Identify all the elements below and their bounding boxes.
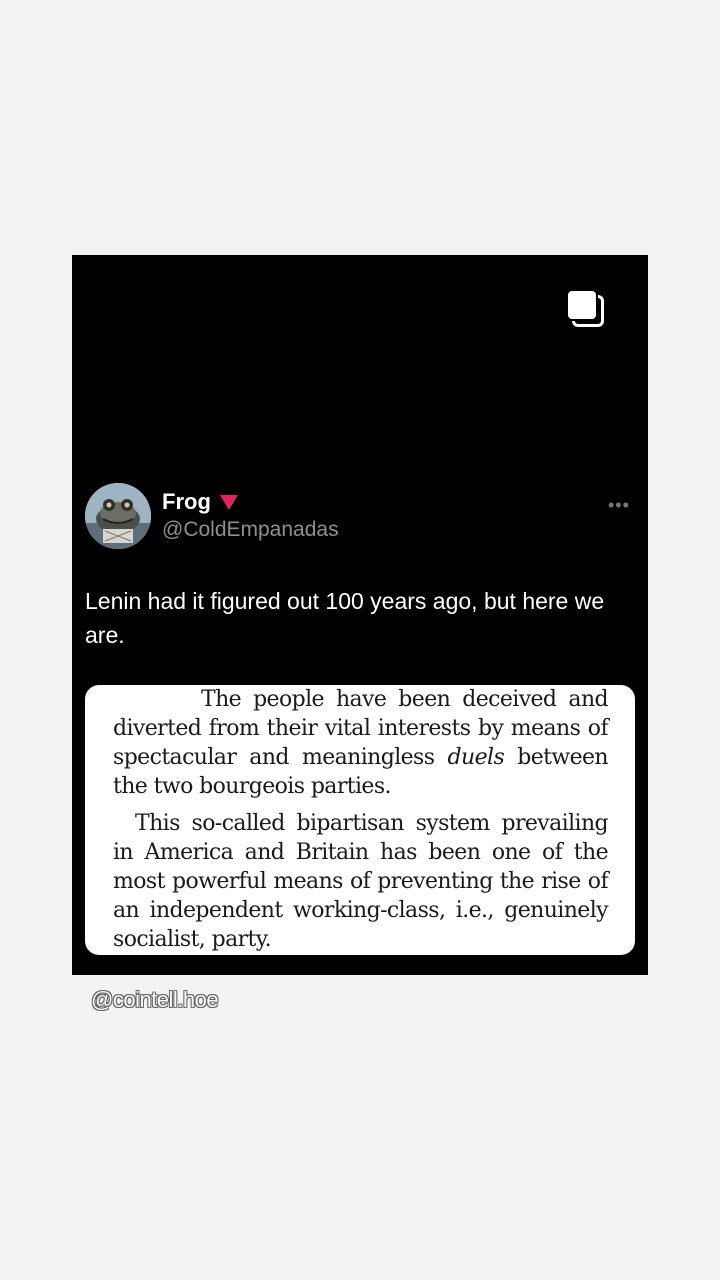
quoted-excerpt-image: The people have been deceived and divert… <box>85 685 635 955</box>
user-handle[interactable]: @ColdEmpanadas <box>162 518 339 542</box>
excerpt-paragraph-1: The people have been deceived and divert… <box>113 687 609 799</box>
excerpt-paragraph-2: This so-called bipartisan system prevail… <box>113 811 609 952</box>
frog-avatar-icon <box>85 483 151 549</box>
watermark: @cointell.hoe <box>91 987 219 1012</box>
tweet-text: Lenin had it figured out 100 years ago, … <box>85 588 605 648</box>
avatar[interactable] <box>85 483 151 549</box>
more-options-icon[interactable]: ••• <box>608 495 630 516</box>
post-card[interactable]: Frog @ColdEmpanadas ••• Lenin had it fig… <box>72 255 648 975</box>
multiple-images-icon <box>566 289 610 333</box>
red-triangle-icon <box>219 495 238 510</box>
display-name[interactable]: Frog <box>162 489 211 515</box>
